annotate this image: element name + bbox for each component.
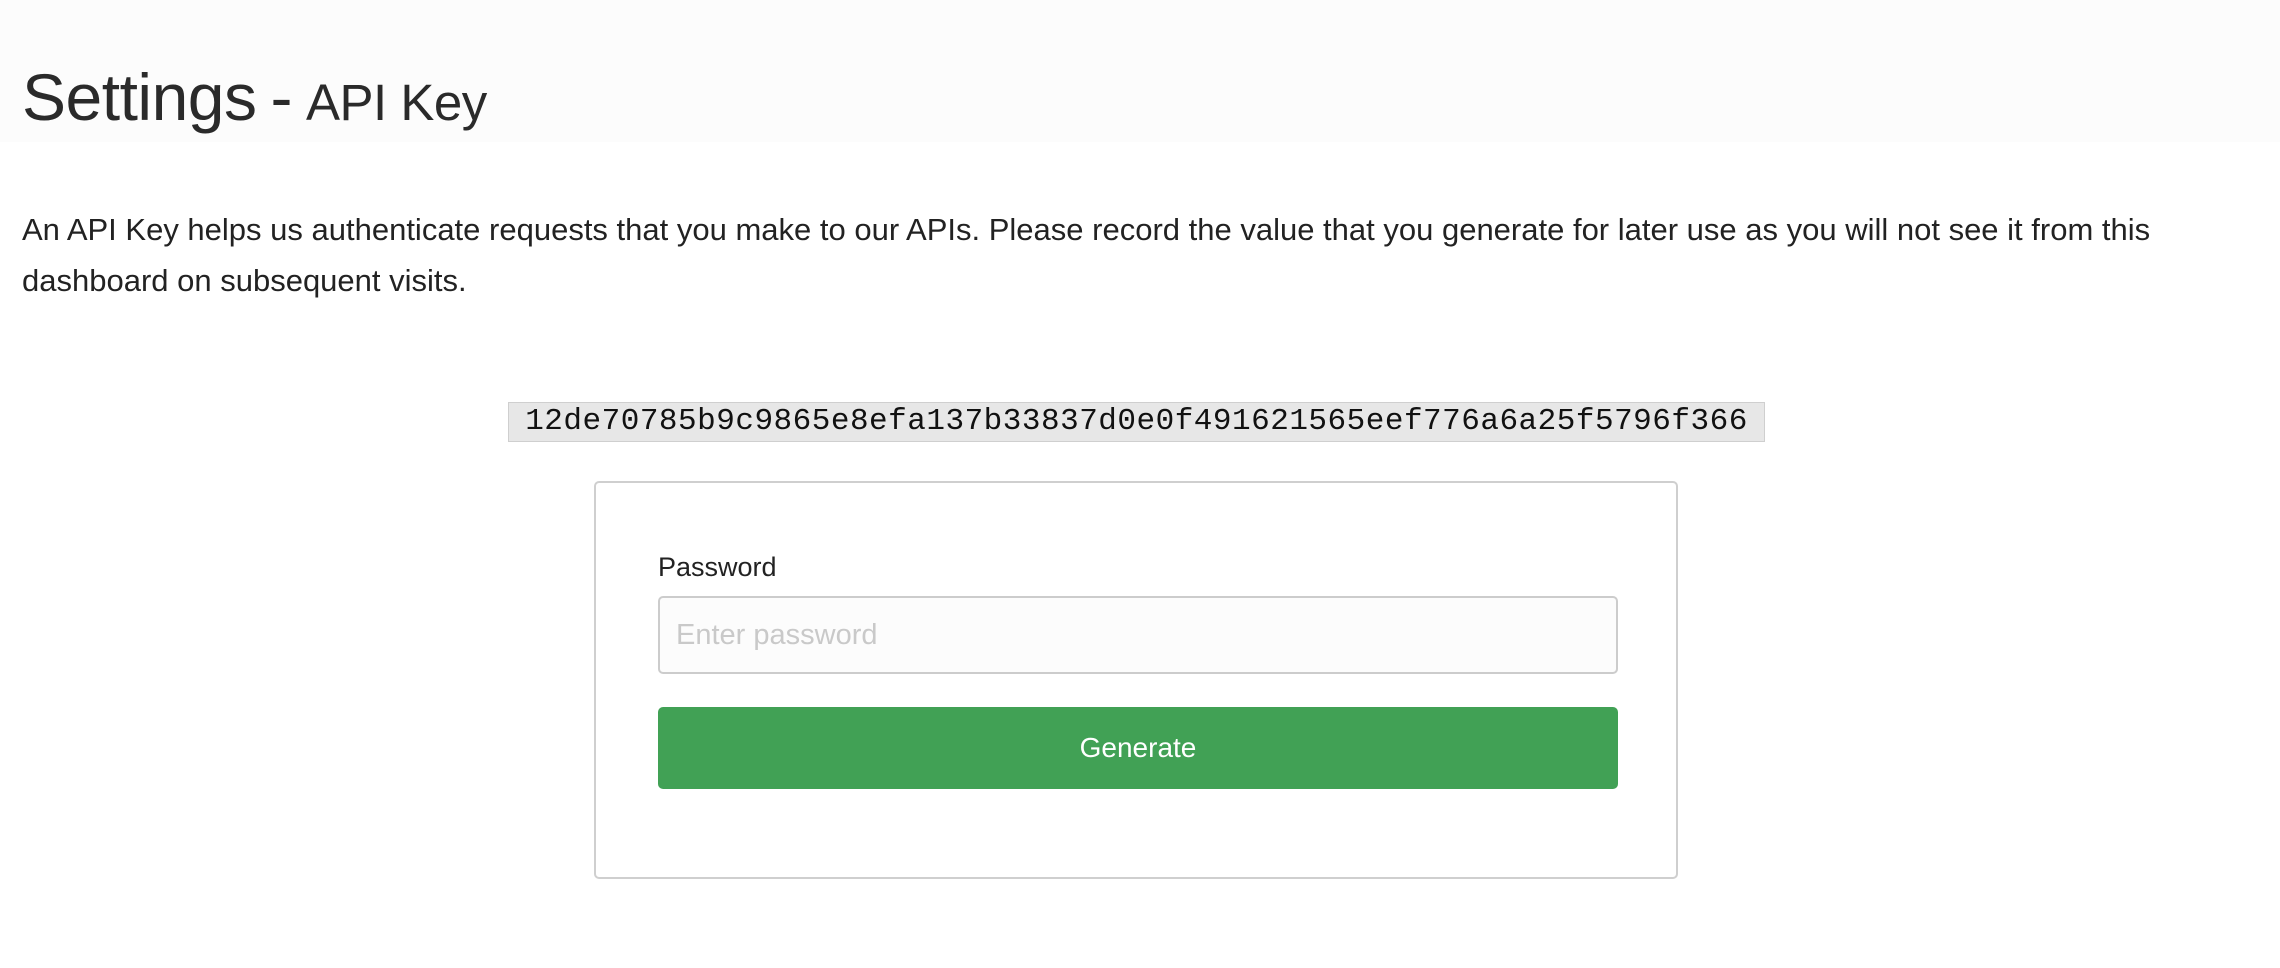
generate-key-card: Password Generate [594, 481, 1678, 879]
page-title: Settings - API Key [22, 52, 487, 148]
api-key-description: An API Key helps us authenticate request… [22, 212, 2151, 298]
page-title-main: Settings [22, 60, 257, 134]
generate-button[interactable]: Generate [658, 707, 1618, 789]
page-header: Settings - API Key [0, 0, 2280, 142]
page-title-separator: - [270, 60, 292, 134]
api-key-value: 12de70785b9c9865e8efa137b33837d0e0f49162… [508, 402, 1765, 442]
password-label: Password [658, 552, 777, 582]
page-subtitle: API Key [305, 74, 487, 131]
password-input[interactable] [658, 596, 1618, 674]
